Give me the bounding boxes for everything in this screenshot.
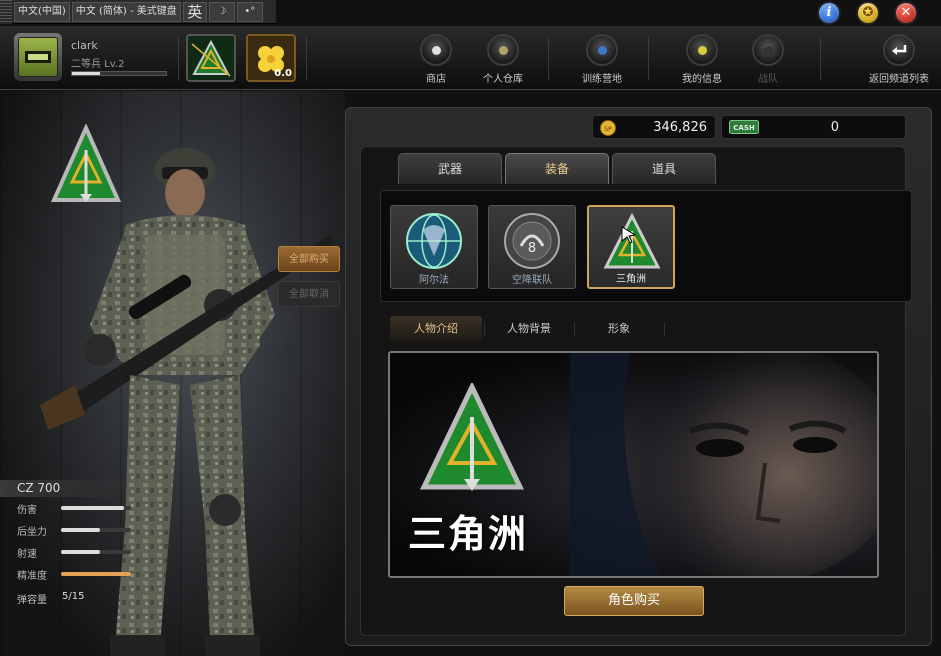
- divider: [178, 36, 179, 80]
- nav-back-to-channels[interactable]: 返回频道列表: [864, 34, 934, 85]
- svg-text:8: 8: [528, 241, 536, 256]
- divider: [648, 36, 649, 80]
- stat-bar: [61, 550, 131, 554]
- close-icon[interactable]: ✕: [896, 3, 916, 23]
- nav-training-icon: [586, 34, 618, 66]
- coin-value: 0.0: [274, 68, 292, 79]
- sp-balance: SP 346,826: [592, 115, 716, 139]
- cash-balance: CASH 0: [721, 115, 906, 139]
- ime-punct-icon[interactable]: •°: [236, 1, 263, 22]
- xp-bar: [71, 71, 167, 76]
- nav-clan-icon: [752, 34, 784, 66]
- stat-bar: [61, 572, 131, 576]
- tab-items[interactable]: 道具: [612, 153, 716, 184]
- divider: [548, 36, 549, 80]
- player-rank: 二等兵 Lv.2: [71, 59, 125, 70]
- ime-fullwidth-icon[interactable]: ☽: [208, 1, 235, 22]
- sp-coin-icon: SP: [600, 120, 616, 136]
- sp-icon-label: SP: [604, 126, 612, 133]
- character-name-large: 三角洲: [408, 512, 529, 556]
- stat-bar: [61, 528, 131, 532]
- alpha-globe-icon: [406, 213, 462, 269]
- subtab-background[interactable]: 人物背景: [486, 316, 572, 342]
- coin-slot[interactable]: 0.0: [246, 34, 296, 82]
- tab-weapons[interactable]: 武器: [398, 153, 502, 184]
- cash-value: 0: [830, 120, 839, 135]
- weapon-name: CZ 700: [0, 480, 140, 497]
- star-icon[interactable]: ✪: [858, 3, 878, 23]
- nav-training[interactable]: 训练营地: [567, 34, 637, 85]
- character-intro-viewer: 三角洲: [388, 351, 879, 578]
- card-alpha[interactable]: 阿尔法: [390, 205, 478, 289]
- ime-grip[interactable]: [0, 0, 12, 24]
- divider: [574, 322, 575, 336]
- delta-emblem-icon: [603, 213, 661, 269]
- ime-toolbar: 中文(中国) 中文 (简体) - 美式键盘 英 ☽ •°: [0, 0, 276, 24]
- nav-shop-icon: [420, 34, 452, 66]
- rank-badge-icon: [14, 33, 62, 81]
- card-delta[interactable]: 三角洲: [587, 205, 675, 289]
- divider: [484, 322, 485, 336]
- stat-recoil: 后坐力: [17, 523, 147, 538]
- nav-inventory[interactable]: 个人仓库: [468, 34, 538, 85]
- cancel-all-button[interactable]: 全部取消: [278, 281, 340, 307]
- player-name: clark: [71, 39, 98, 52]
- cash-icon-label: CASH: [733, 124, 755, 132]
- sp-value: 346,826: [653, 120, 707, 135]
- stat-damage: 伤害: [17, 501, 147, 516]
- divider: [820, 36, 821, 80]
- airborne-badge-icon: 8: [504, 213, 560, 269]
- delta-emblem-icon: [420, 383, 524, 491]
- nav-my-info[interactable]: 我的信息: [667, 34, 737, 85]
- delta-emblem-slot[interactable]: [186, 34, 236, 82]
- back-arrow-icon: [883, 34, 915, 66]
- ime-mode-toggle[interactable]: 英: [182, 1, 207, 22]
- xp-bar-fill: [72, 72, 101, 75]
- divider: [664, 322, 665, 336]
- ime-language[interactable]: 中文(中国): [14, 1, 70, 22]
- nav-inventory-icon: [487, 34, 519, 66]
- stat-fire-rate: 射速: [17, 545, 147, 560]
- buy-character-button[interactable]: 角色购买: [564, 586, 704, 616]
- ammo-value: 5/15: [62, 591, 85, 602]
- subtab-intro[interactable]: 人物介绍: [390, 316, 482, 342]
- nav-my-info-icon: [686, 34, 718, 66]
- info-icon[interactable]: i: [819, 3, 839, 23]
- nav-clan: 战队: [733, 34, 803, 85]
- stat-bar: [61, 506, 131, 510]
- ime-keyboard[interactable]: 中文 (简体) - 美式键盘: [71, 1, 181, 22]
- buy-all-button[interactable]: 全部购买: [278, 246, 340, 272]
- card-airborne[interactable]: 8 空降联队: [488, 205, 576, 289]
- nav-shop[interactable]: 商店: [401, 34, 471, 85]
- delta-emblem-icon: [188, 36, 234, 80]
- divider: [306, 36, 307, 80]
- stat-ammo: 弹容量 5/15: [17, 591, 85, 606]
- cash-icon: CASH: [729, 120, 759, 134]
- tab-equipment[interactable]: 装备: [505, 153, 609, 184]
- stat-accuracy: 精准度: [17, 567, 147, 582]
- character-face-image: [570, 353, 877, 576]
- subtab-appearance[interactable]: 形象: [576, 316, 662, 342]
